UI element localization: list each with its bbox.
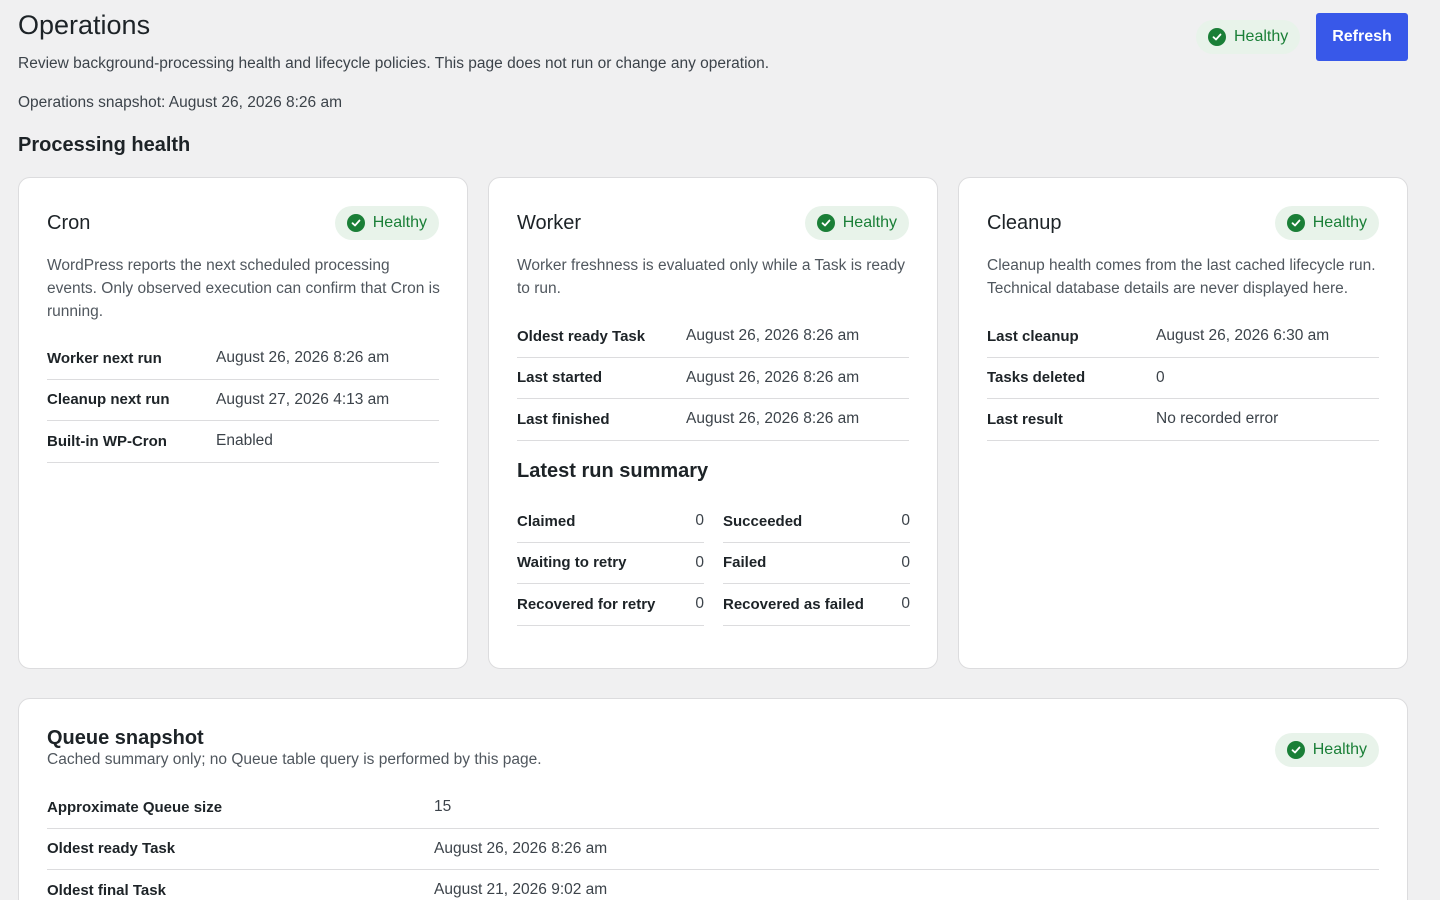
summary-label: Recovered as failed xyxy=(723,595,864,613)
queue-snapshot-card: Queue snapshot Cached summary only; no Q… xyxy=(18,698,1408,900)
detail-value: No recorded error xyxy=(1156,410,1279,428)
summary-value: 0 xyxy=(901,595,910,613)
status-label: Healthy xyxy=(372,214,427,231)
detail-label: Built-in WP-Cron xyxy=(47,432,167,450)
card-description: WordPress reports the next scheduled pro… xyxy=(47,257,440,320)
summary-row: Claimed 0 xyxy=(517,501,704,543)
snapshot-timestamp: Operations snapshot: August 26, 2026 8:2… xyxy=(18,94,343,111)
detail-label: Last cleanup xyxy=(987,327,1079,345)
card-title: Queue snapshot xyxy=(47,727,204,749)
overall-status-badge: Healthy xyxy=(1196,20,1301,54)
card-title: Cron xyxy=(47,212,91,234)
detail-row: Oldest ready Task August 26, 2026 8:26 a… xyxy=(47,829,1379,870)
worker-status-badge: Healthy xyxy=(804,206,909,240)
worker-details: Oldest ready Task August 26, 2026 8:26 a… xyxy=(517,316,909,441)
detail-row: Built-in WP-Cron Enabled xyxy=(47,421,439,463)
card-title: Cleanup xyxy=(987,212,1062,234)
page-title: Operations xyxy=(18,10,151,40)
detail-label: Tasks deleted xyxy=(987,369,1086,387)
check-circle-icon xyxy=(816,214,835,232)
detail-row: Approximate Queue size 15 xyxy=(47,787,1379,829)
section-title: Processing health xyxy=(18,134,191,156)
detail-value: 15 xyxy=(434,798,452,816)
detail-value: August 26, 2026 8:26 am xyxy=(686,410,860,428)
detail-value: August 26, 2026 8:26 am xyxy=(434,839,608,857)
detail-row: Oldest ready Task August 26, 2026 8:26 a… xyxy=(517,316,909,358)
cleanup-details: Last cleanup August 26, 2026 6:30 am Tas… xyxy=(987,316,1379,441)
summary-label: Failed xyxy=(723,554,767,572)
queue-status-badge: Healthy xyxy=(1274,733,1379,767)
detail-label: Last finished xyxy=(517,410,610,428)
summary-value: 0 xyxy=(695,512,704,530)
page-description: Review background-processing health and … xyxy=(18,55,770,72)
detail-row: Tasks deleted 0 xyxy=(987,358,1379,399)
summary-value: 0 xyxy=(695,553,704,571)
detail-value: August 27, 2026 4:13 am xyxy=(216,390,390,408)
detail-label: Last started xyxy=(517,369,603,387)
detail-value: August 26, 2026 8:26 am xyxy=(686,368,860,386)
detail-row: Last cleanup August 26, 2026 6:30 am xyxy=(987,316,1379,358)
summary-value: 0 xyxy=(901,553,910,571)
queue-details: Approximate Queue size 15 Oldest ready T… xyxy=(47,787,1379,900)
cleanup-card: Cleanup Healthy Cleanup health comes fro… xyxy=(958,177,1408,669)
detail-label: Cleanup next run xyxy=(47,391,170,409)
check-circle-icon xyxy=(1208,28,1226,46)
check-circle-icon xyxy=(1286,214,1305,232)
detail-label: Approximate Queue size xyxy=(47,798,223,816)
detail-label: Worker next run xyxy=(47,349,162,367)
worker-card: Worker Healthy Worker freshness is evalu… xyxy=(488,177,938,669)
status-label: Healthy xyxy=(1312,214,1367,231)
cleanup-status-badge: Healthy xyxy=(1274,206,1379,240)
status-label: Healthy xyxy=(1234,28,1289,45)
detail-row: Last finished August 26, 2026 8:26 am xyxy=(517,399,909,441)
detail-row: Oldest final Task August 21, 2026 9:02 a… xyxy=(47,870,1379,900)
check-circle-icon xyxy=(346,214,365,232)
cron-details: Worker next run August 26, 2026 8:26 am … xyxy=(47,338,439,463)
summary-row: Failed 0 xyxy=(723,543,910,584)
summary-label: Claimed xyxy=(517,512,576,530)
detail-value: August 21, 2026 9:02 am xyxy=(434,881,608,899)
run-summary-title: Latest run summary xyxy=(517,460,709,482)
card-title: Worker xyxy=(517,212,582,234)
detail-value: Enabled xyxy=(216,432,273,450)
run-summary-grid: Claimed 0 Succeeded 0 Waiting to retry 0… xyxy=(517,501,910,626)
cron-status-badge: Healthy xyxy=(334,206,439,240)
check-circle-icon xyxy=(1286,741,1305,759)
detail-value: 0 xyxy=(1156,368,1165,386)
refresh-button[interactable]: Refresh xyxy=(1316,13,1408,61)
card-description: Cached summary only; no Queue table quer… xyxy=(47,751,542,768)
status-label: Healthy xyxy=(1312,741,1367,758)
detail-value: August 26, 2026 6:30 am xyxy=(1156,327,1330,345)
detail-row: Worker next run August 26, 2026 8:26 am xyxy=(47,338,439,380)
detail-row: Last result No recorded error xyxy=(987,399,1379,441)
summary-row: Recovered as failed 0 xyxy=(723,584,910,626)
status-label: Healthy xyxy=(842,214,897,231)
card-description: Worker freshness is evaluated only while… xyxy=(517,257,905,297)
detail-label: Oldest final Task xyxy=(47,881,166,899)
detail-value: August 26, 2026 8:26 am xyxy=(686,327,860,345)
summary-label: Succeeded xyxy=(723,512,803,530)
detail-label: Oldest ready Task xyxy=(517,327,646,345)
detail-row: Cleanup next run August 27, 2026 4:13 am xyxy=(47,380,439,421)
cron-card: Cron Healthy WordPress reports the next … xyxy=(18,177,468,669)
summary-row: Recovered for retry 0 xyxy=(517,584,704,626)
detail-label: Oldest ready Task xyxy=(47,840,176,858)
summary-label: Waiting to retry xyxy=(517,554,627,572)
summary-value: 0 xyxy=(695,595,704,613)
summary-label: Recovered for retry xyxy=(517,595,656,613)
detail-row: Last started August 26, 2026 8:26 am xyxy=(517,358,909,399)
detail-label: Last result xyxy=(987,410,1063,428)
operations-page: Operations Review background-processing … xyxy=(0,0,1440,900)
card-description: Cleanup health comes from the last cache… xyxy=(987,257,1376,297)
detail-value: August 26, 2026 8:26 am xyxy=(216,349,390,367)
summary-row: Succeeded 0 xyxy=(723,501,910,543)
summary-value: 0 xyxy=(901,512,910,530)
summary-row: Waiting to retry 0 xyxy=(517,543,704,584)
